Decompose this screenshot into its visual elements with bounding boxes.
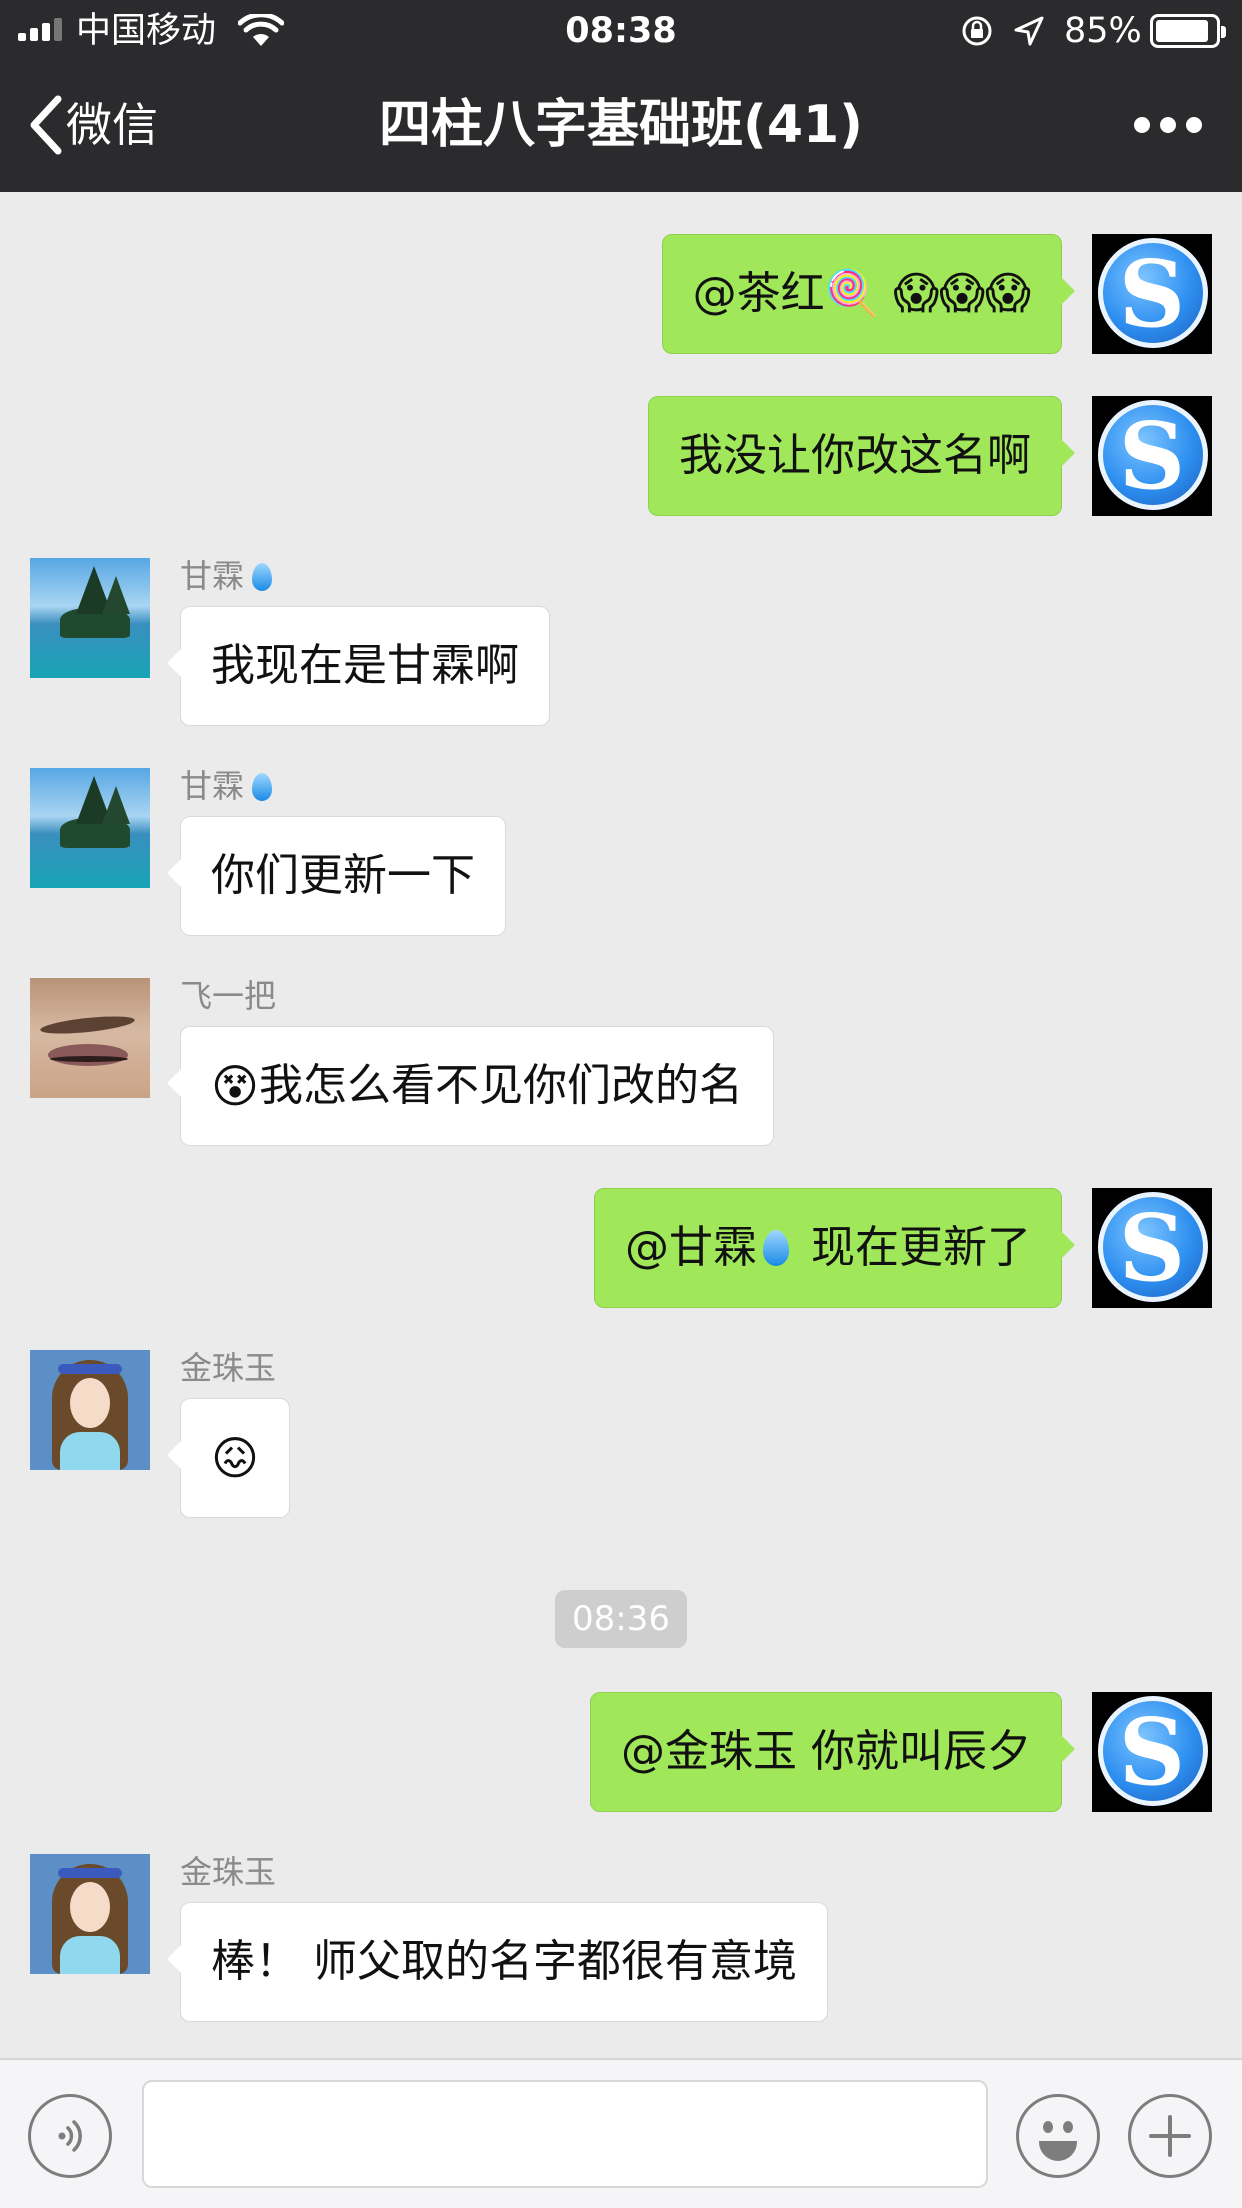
sender-name: 金珠玉 (180, 1853, 277, 1891)
plus-icon (1149, 2115, 1191, 2157)
my-avatar[interactable]: S (1092, 1692, 1212, 1812)
avatar-jinzhuyu[interactable] (30, 1854, 150, 1974)
message-text: 我怎么看不见你们改的名 (258, 1060, 743, 1111)
plus-button[interactable] (1128, 2094, 1212, 2178)
time-divider: 08:36 (555, 1590, 687, 1648)
message-text: 我没让你改这名啊 (679, 430, 1031, 481)
voice-icon (58, 2120, 82, 2152)
battery-icon (1150, 14, 1226, 48)
message-text: @金珠玉 你就叫辰夕 (621, 1726, 1031, 1777)
water-drop-icon (763, 1230, 789, 1266)
message-bubble-out[interactable]: @甘霖 现在更新了 (594, 1188, 1075, 1308)
voice-button[interactable] (28, 2094, 112, 2178)
my-avatar[interactable]: S (1092, 234, 1212, 354)
message-bubble-in[interactable]: 我现在是甘霖啊 (167, 606, 550, 726)
sender-name: 甘霖 (180, 766, 278, 806)
message-bubble-in[interactable]: 😖 (167, 1398, 290, 1518)
avatar-ganlin[interactable] (30, 768, 150, 888)
location-arrow-icon (1014, 16, 1044, 46)
avatar-ganlin[interactable] (30, 558, 150, 678)
avatar-jinzhuyu[interactable] (30, 1350, 150, 1470)
sender-name: 甘霖 (180, 556, 278, 596)
sender-name: 飞一把 (180, 977, 277, 1015)
more-icon[interactable] (1134, 117, 1202, 133)
message-text: 你们更新一下 (211, 850, 475, 901)
emoji-icon (1043, 2121, 1053, 2133)
chat-title: 四柱八字基础班(41) (379, 95, 863, 155)
water-drop-icon (252, 773, 273, 801)
message-text: 棒！ 师父取的名字都很有意境 (211, 1936, 797, 1987)
message-bubble-out[interactable]: 我没让你改这名啊 (648, 396, 1075, 516)
message-text: 我现在是甘霖啊 (211, 640, 519, 691)
message-bubble-out[interactable]: @茶红🍭 😱😱😱 (661, 234, 1076, 354)
sender-name: 金珠玉 (180, 1349, 277, 1387)
clock: 08:38 (565, 11, 677, 51)
orientation-lock-icon (962, 16, 992, 46)
status-bar: 中国移动 08:38 85% (0, 0, 1242, 62)
message-text-after: 现在更新了 (811, 1222, 1031, 1273)
avatar-feiyiba[interactable] (30, 978, 150, 1098)
my-avatar[interactable]: S (1092, 1188, 1212, 1308)
emoji-button[interactable] (1016, 2094, 1100, 2178)
message-bubble-out[interactable]: @金珠玉 你就叫辰夕 (590, 1692, 1075, 1812)
message-text: 😖 (211, 1431, 259, 1485)
message-text: @茶红🍭 😱😱😱 (692, 268, 1031, 319)
message-text-before: @甘霖 (625, 1222, 757, 1273)
my-avatar[interactable]: S (1092, 396, 1212, 516)
water-drop-icon (252, 563, 273, 591)
message-bubble-in[interactable]: 你们更新一下 (167, 816, 506, 936)
battery-percent: 85% (1064, 11, 1142, 51)
message-bubble-in[interactable]: 😵 我怎么看不见你们改的名 (167, 1026, 774, 1146)
dizzy-emoji: 😵 (211, 1059, 259, 1113)
input-bar (0, 2058, 1242, 2208)
nav-bar: 微信 四柱八字基础班(41) (0, 62, 1242, 192)
message-input[interactable] (142, 2080, 988, 2188)
message-bubble-in[interactable]: 棒！ 师父取的名字都很有意境 (167, 1902, 828, 2022)
